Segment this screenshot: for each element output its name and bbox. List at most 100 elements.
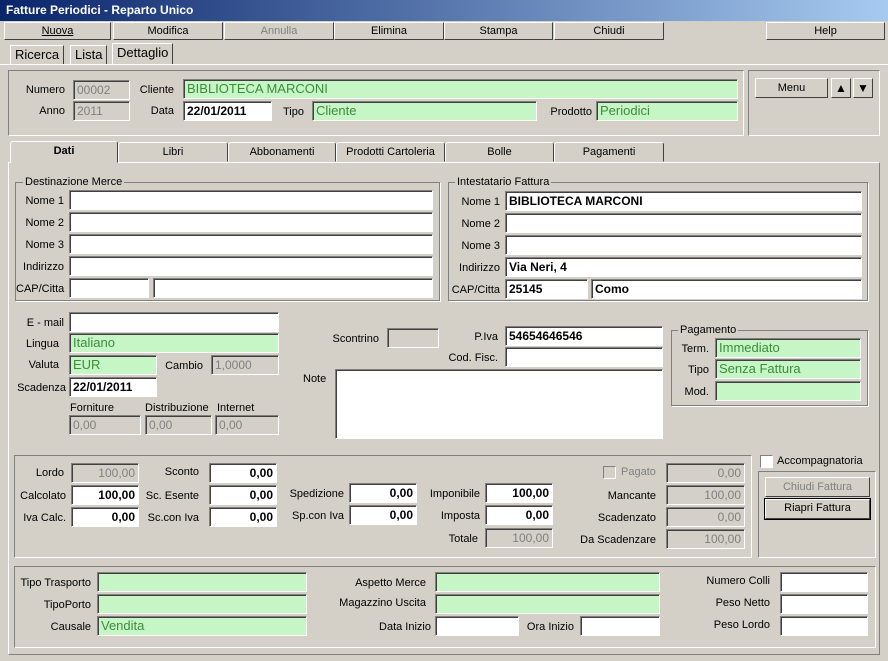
dest-citta-field[interactable] (153, 278, 433, 298)
causale-field[interactable]: Vendita (97, 616, 307, 636)
tab-abbonamenti[interactable]: Abbonamenti (228, 142, 336, 162)
scesente-field[interactable]: 0,00 (209, 485, 277, 505)
lingua-label: Lingua (25, 338, 59, 350)
tab-dettaglio-label: Dettaglio (117, 45, 169, 60)
data-field[interactable]: 22/01/2011 (183, 101, 272, 121)
elimina-button[interactable]: Elimina (334, 22, 444, 40)
tab-bolle[interactable]: Bolle (445, 142, 554, 162)
dest-cap-field[interactable] (69, 278, 149, 298)
peso-lordo-field[interactable] (780, 616, 868, 636)
totale-field[interactable]: 100,00 (485, 528, 553, 548)
tab-prodotti-cartoleria[interactable]: Prodotti Cartoleria (336, 142, 445, 162)
pag-tipo-field[interactable]: Senza Fattura (715, 359, 861, 379)
cambio-field[interactable]: 1,0000 (211, 355, 279, 375)
calcolato-field[interactable]: 100,00 (71, 485, 139, 505)
menu-button[interactable]: Menu (755, 78, 828, 98)
dascad-field[interactable]: 100,00 (666, 529, 745, 549)
scontrino-field[interactable] (387, 328, 439, 348)
dest-nome1-field[interactable] (69, 190, 433, 210)
ora-inizio-label: Ora Inizio (526, 621, 574, 633)
lordo-label: Lordo (35, 467, 64, 479)
sciva-field[interactable]: 0,00 (209, 507, 277, 527)
spedizione-label: Spedizione (289, 488, 344, 500)
imponibile-field[interactable]: 100,00 (485, 483, 553, 503)
dest-cap-label: CAP/Citta (16, 283, 65, 295)
intestatario-title: Intestatario Fattura (455, 176, 552, 188)
lordo-field[interactable]: 100,00 (71, 463, 139, 483)
prodotto-field[interactable]: Periodici (596, 101, 738, 121)
imponibile-label: Imponibile (429, 488, 480, 500)
codfisc-field[interactable] (505, 347, 663, 367)
tab-ricerca[interactable]: Ricerca (10, 45, 65, 65)
dest-nome3-field[interactable] (69, 234, 433, 254)
numero-field[interactable]: 00002 (73, 80, 130, 100)
valuta-field[interactable]: EUR (69, 355, 157, 375)
int-nome2-field[interactable] (505, 213, 862, 233)
scadenza-field[interactable]: 22/01/2011 (69, 377, 157, 397)
dest-indirizzo-field[interactable] (69, 256, 433, 276)
dest-nome1-label: Nome 1 (25, 195, 64, 207)
anno-field[interactable]: 2011 (73, 101, 130, 121)
lingua-field[interactable]: Italiano (69, 333, 279, 353)
cliente-field[interactable]: BIBLIOTECA MARCONI (183, 79, 738, 99)
cliente-label: Cliente (139, 84, 174, 96)
modifica-button[interactable]: Modifica (113, 22, 223, 40)
iva-field[interactable]: 0,00 (71, 507, 139, 527)
aspetto-field[interactable] (435, 572, 660, 592)
accompagnatoria-checkbox[interactable] (760, 455, 773, 468)
dest-indirizzo-label: Indirizzo (23, 261, 64, 273)
peso-netto-field[interactable] (780, 594, 868, 614)
internet-field[interactable]: 0,00 (215, 415, 279, 435)
ora-inizio-field[interactable] (580, 616, 660, 636)
spedizione-field[interactable]: 0,00 (349, 483, 417, 503)
term-label: Term. (681, 343, 710, 355)
tab-dati[interactable]: Dati (10, 141, 118, 163)
int-nome3-field[interactable] (505, 235, 862, 255)
chiudi-button[interactable]: Chiudi (554, 22, 664, 40)
spiva-field[interactable]: 0,00 (349, 505, 417, 525)
int-citta-field[interactable]: Como (591, 279, 862, 299)
chiudi-fattura-button[interactable]: Chiudi Fattura (765, 477, 870, 497)
tab-libri[interactable]: Libri (118, 142, 228, 162)
sconto-field[interactable]: 0,00 (209, 463, 277, 483)
int-nome1-field[interactable]: BIBLIOTECA MARCONI (505, 191, 862, 211)
annulla-button[interactable]: Annulla (224, 22, 334, 40)
valuta-label: Valuta (28, 359, 59, 371)
email-field[interactable] (69, 312, 279, 332)
numero-colli-field[interactable] (780, 572, 868, 592)
int-cap-field[interactable]: 25145 (505, 279, 588, 299)
calcolato-label: Calcolato (20, 490, 66, 502)
magazzino-label: Magazzino Uscita (339, 597, 426, 609)
tab-dettaglio[interactable]: Dettaglio (112, 43, 174, 65)
tipo-trasporto-field[interactable] (97, 572, 307, 592)
term-field[interactable]: Immediato (715, 338, 861, 358)
arrow-down-icon[interactable]: ▼ (853, 78, 873, 98)
forniture-field[interactable]: 0,00 (69, 415, 141, 435)
tipo-field[interactable]: Cliente (312, 101, 537, 121)
imposta-field[interactable]: 0,00 (485, 505, 553, 525)
stampa-button[interactable]: Stampa (444, 22, 553, 40)
tab-pagamenti[interactable]: Pagamenti (554, 142, 664, 162)
pagato-checkbox[interactable] (603, 466, 616, 479)
nuova-button[interactable]: Nuova (4, 22, 111, 40)
dest-nome2-field[interactable] (69, 212, 433, 232)
mod-label: Mod. (684, 386, 709, 398)
data-inizio-field[interactable] (435, 616, 519, 636)
note-textarea[interactable] (335, 369, 663, 439)
scadenzato-field[interactable]: 0,00 (666, 507, 745, 527)
magazzino-field[interactable] (435, 594, 660, 614)
mod-field[interactable] (715, 381, 861, 401)
riapri-fattura-button[interactable]: Riapri Fattura (764, 498, 871, 520)
help-button[interactable]: Help (766, 22, 885, 40)
tab-lista[interactable]: Lista (70, 45, 108, 65)
mancante-field[interactable]: 100,00 (666, 485, 745, 505)
int-indirizzo-field[interactable]: Via Neri, 4 (505, 257, 862, 277)
tab-libri-label: Libri (162, 146, 184, 158)
tipo-porto-field[interactable] (97, 594, 307, 614)
peso-lordo-label: Peso Lordo (713, 619, 770, 631)
distribuzione-field[interactable]: 0,00 (145, 415, 212, 435)
arrow-up-icon[interactable]: ▲ (831, 78, 851, 98)
pagato-field[interactable]: 0,00 (666, 463, 745, 483)
piva-field[interactable]: 54654646546 (505, 326, 663, 346)
tab-abbonamenti-label: Abbonamenti (249, 146, 315, 158)
